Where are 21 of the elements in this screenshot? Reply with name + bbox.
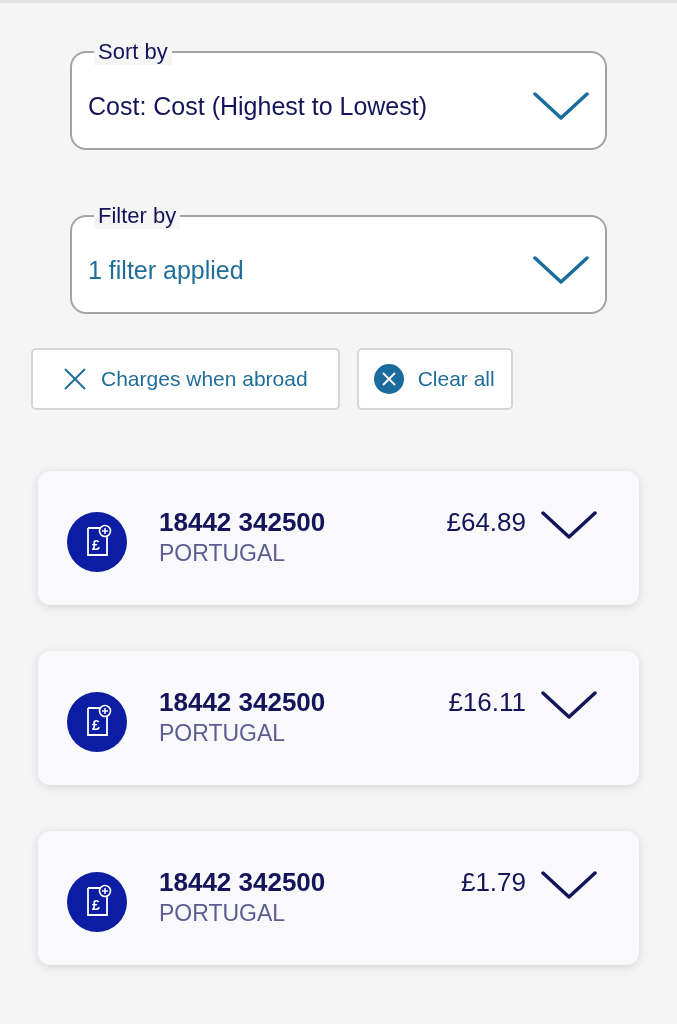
receipt-icon: £ — [67, 512, 127, 572]
phone-number: 18442 342500 — [159, 686, 326, 718]
charge-amount: £1.79 — [460, 866, 526, 898]
charge-card[interactable]: £ 18442 342500 PORTUGAL £16.11 — [38, 651, 639, 785]
close-icon — [63, 367, 87, 391]
close-circle-icon — [373, 364, 404, 394]
phone-number: 18442 342500 — [159, 866, 326, 898]
charge-amount: £64.89 — [446, 506, 526, 538]
filter-chip[interactable]: Charges when abroad — [31, 348, 340, 410]
charge-card[interactable]: £ 18442 342500 PORTUGAL £64.89 — [38, 471, 639, 605]
chevron-down-icon — [533, 90, 589, 121]
charge-amount: £16.11 — [448, 686, 526, 718]
country-name: PORTUGAL — [159, 719, 286, 748]
chevron-down-icon — [533, 254, 589, 285]
clear-all-button[interactable]: Clear all — [356, 348, 513, 410]
receipt-icon: £ — [67, 872, 127, 932]
phone-number: 18442 342500 — [159, 506, 326, 538]
country-name: PORTUGAL — [159, 539, 286, 568]
charge-card[interactable]: £ 18442 342500 PORTUGAL £1.79 — [38, 831, 639, 965]
country-name: PORTUGAL — [159, 899, 286, 928]
receipt-icon: £ — [67, 692, 127, 752]
